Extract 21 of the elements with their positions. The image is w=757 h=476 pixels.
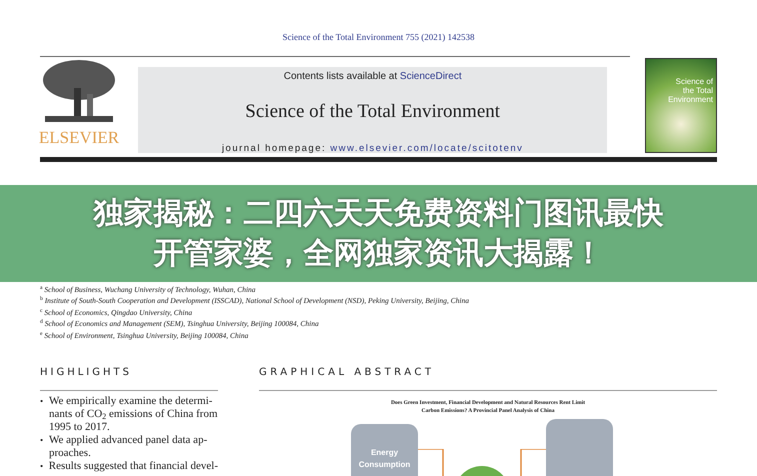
banner-text: 开管家婆，全网独家资讯大揭露！ — [154, 236, 604, 272]
section-heading: HIGHLIGHTS — [40, 366, 133, 380]
diagram-box — [546, 419, 613, 476]
tree-logo-icon — [41, 58, 117, 124]
cover-title: Science of the Total Environment — [667, 76, 713, 106]
highlight-text: Results suggested that financial devel- — [48, 460, 218, 473]
bullet: • — [40, 434, 44, 447]
bullet: • — [40, 460, 44, 473]
homepage-note: journal homepage: www.elsevier.com/locate/scitotenv — [222, 142, 524, 156]
section-heading: GRAPHICAL ABSTRACT — [259, 366, 436, 380]
journal-citation: Science of the Total Environment 755 (2021) 142538 — [282, 31, 474, 44]
sciencedirect-link[interactable]: ScienceDirect — [400, 70, 462, 82]
contents-note: Contents lists available at ScienceDirect — [284, 70, 462, 84]
homepage-link[interactable]: www.elsevier.com/locate/scitotenv — [330, 143, 524, 154]
journal-title: Science of the Total Environment — [245, 100, 500, 124]
publisher-name: ELSEVIER — [38, 128, 120, 148]
highlight-text: We empirically examine the determi- nants of CO$_{2}$ emissions of China from 1995 to 2017. — [49, 395, 218, 434]
bullet: • — [40, 395, 44, 408]
highlight-text: We applied advanced panel data ap- proaches. — [49, 434, 208, 460]
diagram-box-label: Energy Consumption — [358, 447, 412, 471]
banner-text: 独家揭秘：二四六天天免费资料门图讯最快 — [94, 196, 664, 232]
